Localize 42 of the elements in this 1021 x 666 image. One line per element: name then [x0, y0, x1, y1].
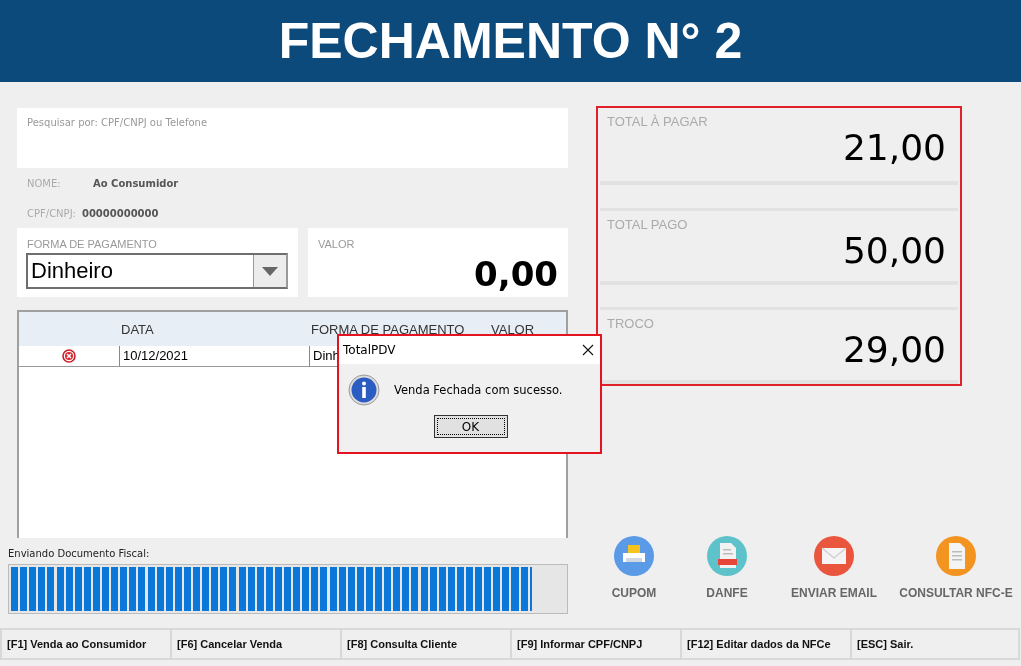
close-button[interactable] [582, 344, 594, 356]
field-label: NOME: [27, 177, 62, 189]
page-title: FECHAMENTO N° 2 [278, 12, 743, 70]
amount-value: 0,00 [474, 254, 558, 294]
action-button[interactable]: CONSULTAR NFC-E [891, 536, 1021, 600]
total-value: 21,00 [842, 127, 946, 168]
column-header: DATA [120, 321, 155, 337]
info-icon [348, 374, 380, 406]
total-value: 50,00 [842, 229, 946, 271]
dropdown-arrow-icon [262, 266, 278, 276]
field-value: Ao Consumidor [93, 177, 179, 189]
amount-label: VALOR [318, 238, 356, 250]
action-button[interactable]: DANFE [677, 536, 777, 600]
total-value: 29,00 [842, 329, 946, 370]
total-label: TOTAL À PAGAR [607, 114, 709, 129]
dialog-message: Venda Fechada com sucesso. [394, 383, 563, 397]
pdf-document-icon [707, 536, 747, 576]
field-label: CPF/CNPJ: [27, 207, 76, 219]
action-button[interactable]: ENVIAR EMAIL [777, 536, 891, 600]
total-label: TROCO [607, 316, 655, 331]
action-button[interactable]: CUPOM [591, 536, 677, 600]
field-value: 00000000000 [81, 207, 159, 219]
printer-icon [614, 536, 654, 576]
shortcut-button[interactable]: [F1] Venda ao Consumidor [0, 628, 170, 660]
payment-label: FORMA DE PAGAMENTO [27, 238, 158, 250]
dialog-title: TotalPDV [343, 343, 396, 357]
document-icon [936, 536, 976, 576]
column-header: VALOR [490, 321, 536, 337]
shortcut-button[interactable]: [ESC] Sair. [850, 628, 1020, 660]
total-label: TOTAL PAGO [607, 216, 689, 232]
search-field[interactable]: Pesquisar por: CPF/CNPJ ou Telefone [17, 108, 568, 168]
shortcut-button[interactable]: [F6] Cancelar Venda [170, 628, 340, 660]
payment-dropdown[interactable]: Dinheiro [26, 253, 288, 289]
envelope-icon [814, 536, 854, 576]
shortcut-button[interactable]: [F9] Informar CPF/CNPJ [510, 628, 680, 660]
column-header: FORMA DE PAGAMENTO [310, 321, 466, 337]
shortcut-button[interactable]: [F12] Editar dados da NFCe [680, 628, 850, 660]
ok-button[interactable]: OK [433, 415, 508, 438]
remove-icon[interactable] [62, 349, 76, 363]
shortcut-button[interactable]: [F8] Consulta Cliente [340, 628, 510, 660]
progress-label: Enviando Documento Fiscal: [8, 548, 151, 559]
table-cell: 10/12/2021 [119, 346, 309, 366]
